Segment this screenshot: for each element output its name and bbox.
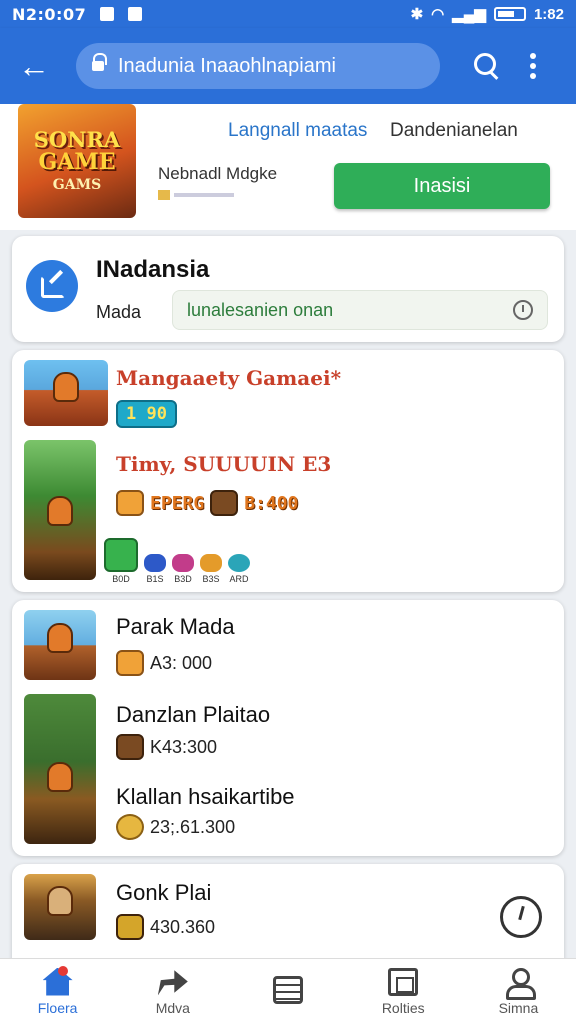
- coin-icon: [116, 814, 144, 840]
- calendar-icon: [388, 967, 419, 996]
- person-icon: [503, 967, 537, 1000]
- gem-icon: [144, 554, 166, 572]
- game-stats-2: EPERG B:400: [116, 490, 298, 516]
- promo-thumb-line2: GAME: [38, 149, 116, 176]
- battery-text: 1:82: [533, 5, 564, 23]
- info-label: Mada: [96, 302, 142, 322]
- promo-developer: Dandenianelan: [390, 120, 518, 141]
- game-title-1[interactable]: Mangaaety Gamaei*: [116, 366, 341, 390]
- resource-icon: [116, 650, 144, 676]
- info-field-value: lunalesanien onan: [187, 299, 334, 320]
- install-button[interactable]: Inasisi: [334, 163, 550, 209]
- forward-arrow-icon: [157, 970, 188, 996]
- clock-icon[interactable]: [513, 300, 533, 320]
- resource-icon: [116, 490, 144, 516]
- game-value-row-4: K43:300: [116, 734, 217, 760]
- game-title-4[interactable]: Danzlan Plaitao: [116, 702, 270, 728]
- resource-item[interactable]: ARD: [228, 554, 250, 584]
- history-clock-icon[interactable]: [500, 896, 542, 938]
- game-value-5: 23;.61.300: [150, 816, 236, 837]
- game-list-card-1: Mangaaety Gamaei* 1 90 Timy, SUUUUIN E3 …: [12, 350, 564, 592]
- price-pill: 1 90: [116, 400, 177, 428]
- info-title: INadansia: [96, 256, 210, 283]
- game-thumbnail-6[interactable]: [24, 874, 96, 940]
- game-title-3[interactable]: Parak Mada: [116, 614, 235, 640]
- game-title-2[interactable]: Timy, SUUUUIN E3: [116, 452, 331, 476]
- game-value-4: K43:300: [150, 736, 218, 757]
- game-list-card-3: Gonk Plai 430.360: [12, 864, 564, 960]
- bottom-navigation: Floera Mdva Rolties Simna: [0, 958, 576, 1024]
- game-value-row-5: 23;.61.300: [116, 814, 235, 840]
- notification-icon: [100, 7, 115, 21]
- app-bar: ← Inadunia Inaaohlnapiami: [0, 28, 576, 104]
- chest-icon: [210, 490, 239, 516]
- promo-thumb-line3: GAMS: [52, 177, 102, 194]
- badge-text: EPERG: [150, 492, 205, 514]
- address-bar[interactable]: Inadunia Inaaohlnapiami: [76, 43, 440, 89]
- promo-game-thumbnail[interactable]: SONRA GAME GAMS: [18, 104, 136, 218]
- game-thumbnail-3[interactable]: [24, 610, 96, 680]
- game-thumbnail-2[interactable]: [24, 440, 96, 580]
- gold-icon: [200, 554, 222, 572]
- address-text: Inadunia Inaaohlnapiami: [118, 54, 336, 77]
- nav-profile-label: Simna: [498, 999, 539, 1016]
- edit-icon[interactable]: [26, 260, 78, 312]
- game-value-row-3: A3: 000: [116, 650, 212, 676]
- nav-list[interactable]: [230, 959, 345, 1024]
- nav-profile[interactable]: Simna: [461, 959, 576, 1024]
- info-card: INadansia Mada lunalesanien onan: [12, 236, 564, 342]
- game-thumbnail-4[interactable]: [24, 694, 96, 844]
- status-bar: N2:0:07 ✱ ◠ ▂▄▆ 1:82: [0, 0, 576, 28]
- lock-icon: [92, 53, 107, 73]
- nav-move[interactable]: Mdva: [115, 959, 230, 1024]
- notification-icon-2: [128, 7, 143, 21]
- orb-icon: [228, 554, 250, 572]
- promo-thumb-line1: SONRA: [33, 127, 121, 153]
- notification-dot: [58, 966, 68, 976]
- battery-icon: [493, 7, 526, 21]
- bluetooth-icon: ✱: [410, 6, 424, 23]
- game-value-row-6: 430.360: [116, 914, 215, 940]
- game-list-card-2: Parak Mada A3: 000 Danzlan Plaitao K43:3…: [12, 600, 564, 856]
- rating-icon: [158, 190, 170, 200]
- status-time: N2:0:07: [12, 4, 87, 24]
- shop-icon: [104, 538, 138, 572]
- promo-subtitle: Nebnadl Mdgke: [158, 164, 278, 183]
- game-value-2: B:400: [244, 492, 299, 514]
- potion-icon: [172, 554, 194, 572]
- status-right: ✱ ◠ ▂▄▆ 1:82: [410, 5, 564, 24]
- game-price-1: 1 90: [116, 400, 177, 428]
- promo-meta: [158, 190, 234, 200]
- promo-link[interactable]: Langnall maatas: [228, 120, 367, 142]
- more-menu-icon[interactable]: [518, 46, 548, 86]
- info-input-field[interactable]: lunalesanien onan: [172, 290, 548, 330]
- nav-rolties[interactable]: Rolties: [346, 959, 461, 1024]
- resource-icon-row: B0D B1S B3D B3S ARD: [104, 538, 250, 584]
- signal-icon: ▂▄▆: [452, 6, 486, 23]
- rating-icon-2: [174, 193, 234, 197]
- chest-icon: [116, 734, 144, 760]
- back-arrow-icon[interactable]: ←: [14, 46, 54, 86]
- game-value-6: 430.360: [150, 916, 216, 937]
- nav-rolties-label: Rolties: [381, 999, 425, 1016]
- resource-item[interactable]: B3D: [172, 554, 194, 584]
- game-value-3: A3: 000: [150, 652, 213, 673]
- wifi-icon: ◠: [431, 6, 445, 23]
- game-title-5[interactable]: Klallan hsaikartibe: [116, 784, 295, 810]
- trophy-icon: [116, 914, 144, 940]
- search-icon[interactable]: [466, 46, 506, 86]
- resource-item[interactable]: B3S: [200, 554, 222, 584]
- list-icon: [273, 975, 303, 1004]
- resource-item[interactable]: B0D: [104, 538, 138, 584]
- game-thumbnail-1[interactable]: [24, 360, 108, 426]
- nav-move-label: Mdva: [155, 999, 190, 1016]
- resource-item[interactable]: B1S: [144, 554, 166, 584]
- game-title-6[interactable]: Gonk Plai: [116, 880, 211, 906]
- nav-home-label: Floera: [37, 999, 78, 1016]
